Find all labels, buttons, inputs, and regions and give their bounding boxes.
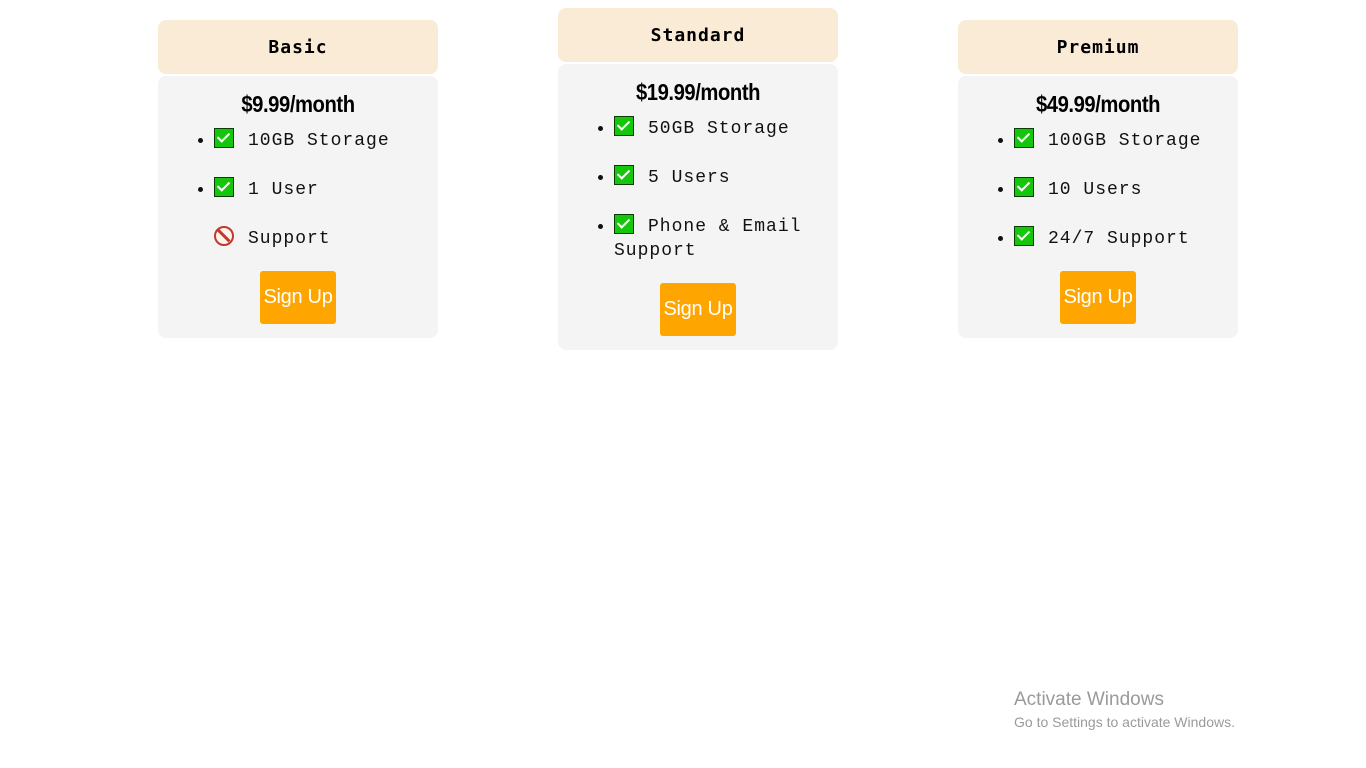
feature-item: 1 User [214,177,418,202]
check-icon [614,165,634,185]
pricing-card-basic: Basic $9.99/month 10GB Storage 1 User Su… [158,20,438,338]
feature-list: 50GB Storage 5 Users Phone & Email Suppo… [558,116,838,263]
feature-item: 10GB Storage [214,128,418,153]
feature-item: Support [214,226,418,251]
feature-text: Support [248,229,331,249]
feature-item: Phone & Email Support [614,214,818,263]
plan-header: Basic [158,20,438,74]
check-icon [1014,128,1034,148]
feature-list: 100GB Storage 10 Users 24/7 Support [958,128,1238,251]
check-icon [1014,226,1034,246]
feature-text: 50GB Storage [648,119,790,139]
sign-up-button[interactable]: Sign Up [660,283,736,336]
plan-body: $49.99/month 100GB Storage 10 Users 24/7… [958,76,1238,338]
feature-item: 100GB Storage [1014,128,1218,153]
plan-body: $19.99/month 50GB Storage 5 Users Phone … [558,64,838,350]
pricing-card-premium: Premium $49.99/month 100GB Storage 10 Us… [958,20,1238,338]
feature-text: 1 User [248,180,319,200]
feature-item: 10 Users [1014,177,1218,202]
feature-text: Phone & Email Support [614,217,802,261]
plan-header: Standard [558,8,838,62]
feature-item: 5 Users [614,165,818,190]
pricing-card-standard: Standard $19.99/month 50GB Storage 5 Use… [558,8,838,350]
feature-item: 24/7 Support [1014,226,1218,251]
check-icon [1014,177,1034,197]
feature-list: 10GB Storage 1 User Support [158,128,438,251]
activation-watermark: Activate Windows Go to Settings to activ… [1014,689,1235,732]
feature-text: 24/7 Support [1048,229,1190,249]
check-icon [214,128,234,148]
feature-text: 10 Users [1048,180,1143,200]
prohibited-icon [214,226,234,246]
plan-name: Basic [268,36,328,58]
plan-name: Premium [1056,36,1140,58]
plan-body: $9.99/month 10GB Storage 1 User Support … [158,76,438,338]
watermark-title: Activate Windows [1014,689,1164,710]
watermark-subtitle: Go to Settings to activate Windows. [1014,714,1235,730]
plan-name: Standard [650,24,746,46]
plan-price: $49.99/month [1035,91,1161,117]
sign-up-button[interactable]: Sign Up [1060,271,1136,324]
check-icon [614,116,634,136]
feature-item: 50GB Storage [614,116,818,141]
check-icon [214,177,234,197]
plan-price: $9.99/month [241,91,355,117]
feature-text: 5 Users [648,168,731,188]
plan-price: $19.99/month [635,79,761,105]
feature-text: 10GB Storage [248,131,390,151]
sign-up-button[interactable]: Sign Up [260,271,336,324]
feature-text: 100GB Storage [1048,131,1202,151]
check-icon [614,214,634,234]
plan-header: Premium [958,20,1238,74]
